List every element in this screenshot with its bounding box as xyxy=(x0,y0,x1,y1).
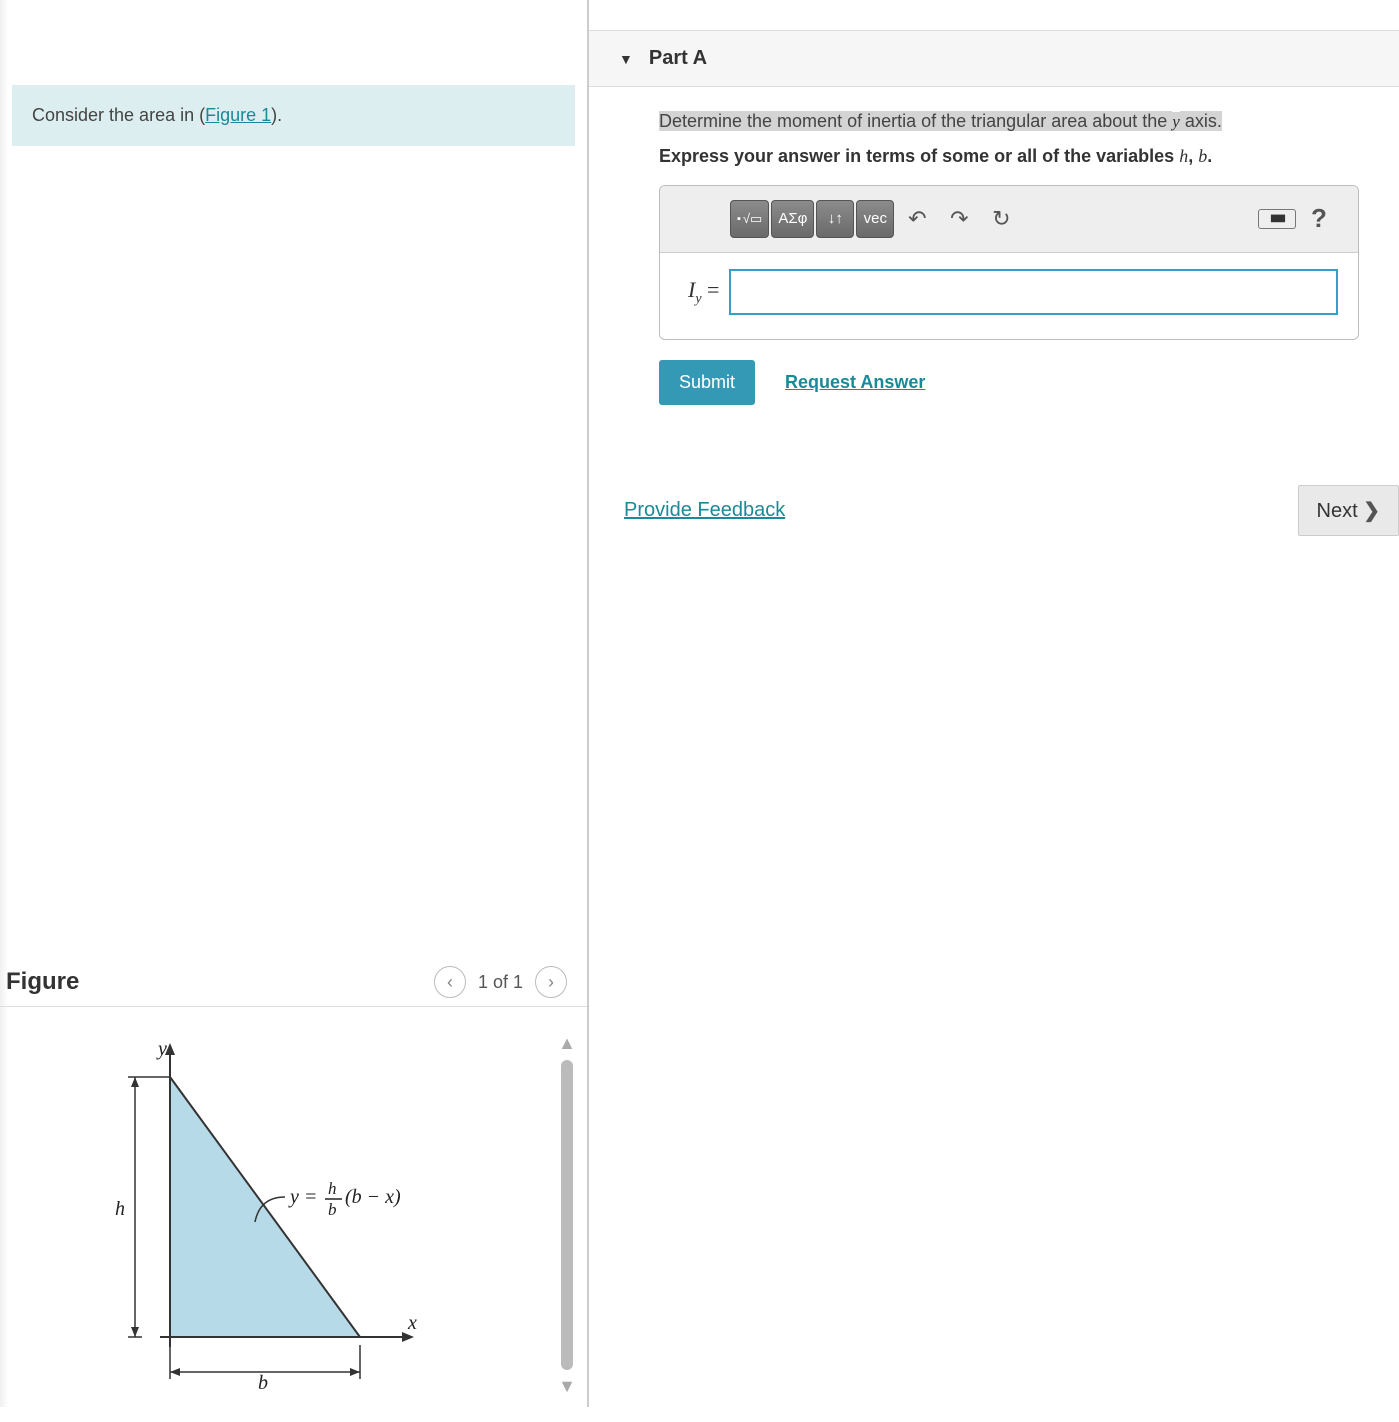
eq-suffix: (b − x) xyxy=(345,1186,401,1208)
eq-frac-top: h xyxy=(328,1179,337,1198)
figure-image: y x h xyxy=(0,1007,547,1422)
instruction-text: Express your answer in terms of some or … xyxy=(659,146,1359,167)
question-text: Determine the moment of inertia of the t… xyxy=(659,107,1359,136)
figure-next-button[interactable]: › xyxy=(535,966,567,998)
question-hl-var: y xyxy=(1172,112,1180,131)
scroll-up-icon[interactable]: ▲ xyxy=(558,1033,576,1054)
figure-scrollbar[interactable]: ▲ ▼ xyxy=(547,1007,587,1422)
tool-undo-button[interactable]: ↶ xyxy=(898,200,936,238)
b-label: b xyxy=(258,1372,268,1394)
x-axis-label: x xyxy=(407,1312,417,1334)
collapse-icon: ▼ xyxy=(619,51,633,67)
provide-feedback-link[interactable]: Provide Feedback xyxy=(624,499,785,522)
eq-frac-bot: b xyxy=(328,1200,337,1219)
tool-template-button[interactable]: ▪√▭ xyxy=(730,200,769,238)
intro-text-suffix: ). xyxy=(271,105,282,125)
chevron-right-icon: ❯ xyxy=(1363,500,1380,522)
equation-toolbar: ▪√▭ ΑΣφ ↓↑ vec ↶ ↷ ↻ ▮▮▮▮ ? xyxy=(660,186,1358,253)
scroll-thumb[interactable] xyxy=(561,1060,573,1370)
tool-reset-button[interactable]: ↻ xyxy=(982,200,1020,238)
figure-title: Figure xyxy=(6,968,79,996)
part-label: Part A xyxy=(649,47,707,70)
answer-box: ▪√▭ ΑΣφ ↓↑ vec ↶ ↷ ↻ ▮▮▮▮ ? Iy = xyxy=(659,185,1359,340)
answer-input[interactable] xyxy=(729,269,1338,315)
problem-intro: Consider the area in (Figure 1). xyxy=(12,85,575,146)
figure-header: Figure ‹ 1 of 1 › xyxy=(0,958,587,1007)
eq-prefix: y = xyxy=(288,1186,317,1208)
tool-vec-button[interactable]: vec xyxy=(856,200,894,238)
submit-button[interactable]: Submit xyxy=(659,360,755,405)
y-axis-label: y xyxy=(156,1038,167,1060)
figure-link[interactable]: Figure 1 xyxy=(205,105,271,125)
figure-nav-label: 1 of 1 xyxy=(478,972,523,993)
h-label: h xyxy=(115,1198,125,1220)
svg-text:y =: y = xyxy=(288,1186,317,1208)
question-hl-2: axis. xyxy=(1180,111,1222,131)
tool-keyboard-button[interactable]: ▮▮▮▮ xyxy=(1258,209,1296,229)
request-answer-link[interactable]: Request Answer xyxy=(785,372,925,393)
tool-help-button[interactable]: ? xyxy=(1300,200,1338,238)
question-hl-1: Determine the moment of inertia of the t… xyxy=(659,111,1172,131)
tool-greek-button[interactable]: ΑΣφ xyxy=(771,200,814,238)
next-button[interactable]: Next ❯ xyxy=(1298,485,1399,536)
answer-label: Iy = xyxy=(688,277,719,307)
intro-text-prefix: Consider the area in ( xyxy=(32,105,205,125)
scroll-down-icon[interactable]: ▼ xyxy=(558,1376,576,1397)
tool-redo-button[interactable]: ↷ xyxy=(940,200,978,238)
figure-prev-button[interactable]: ‹ xyxy=(434,966,466,998)
tool-arrows-button[interactable]: ↓↑ xyxy=(816,200,854,238)
part-header[interactable]: ▼ Part A xyxy=(589,30,1399,87)
